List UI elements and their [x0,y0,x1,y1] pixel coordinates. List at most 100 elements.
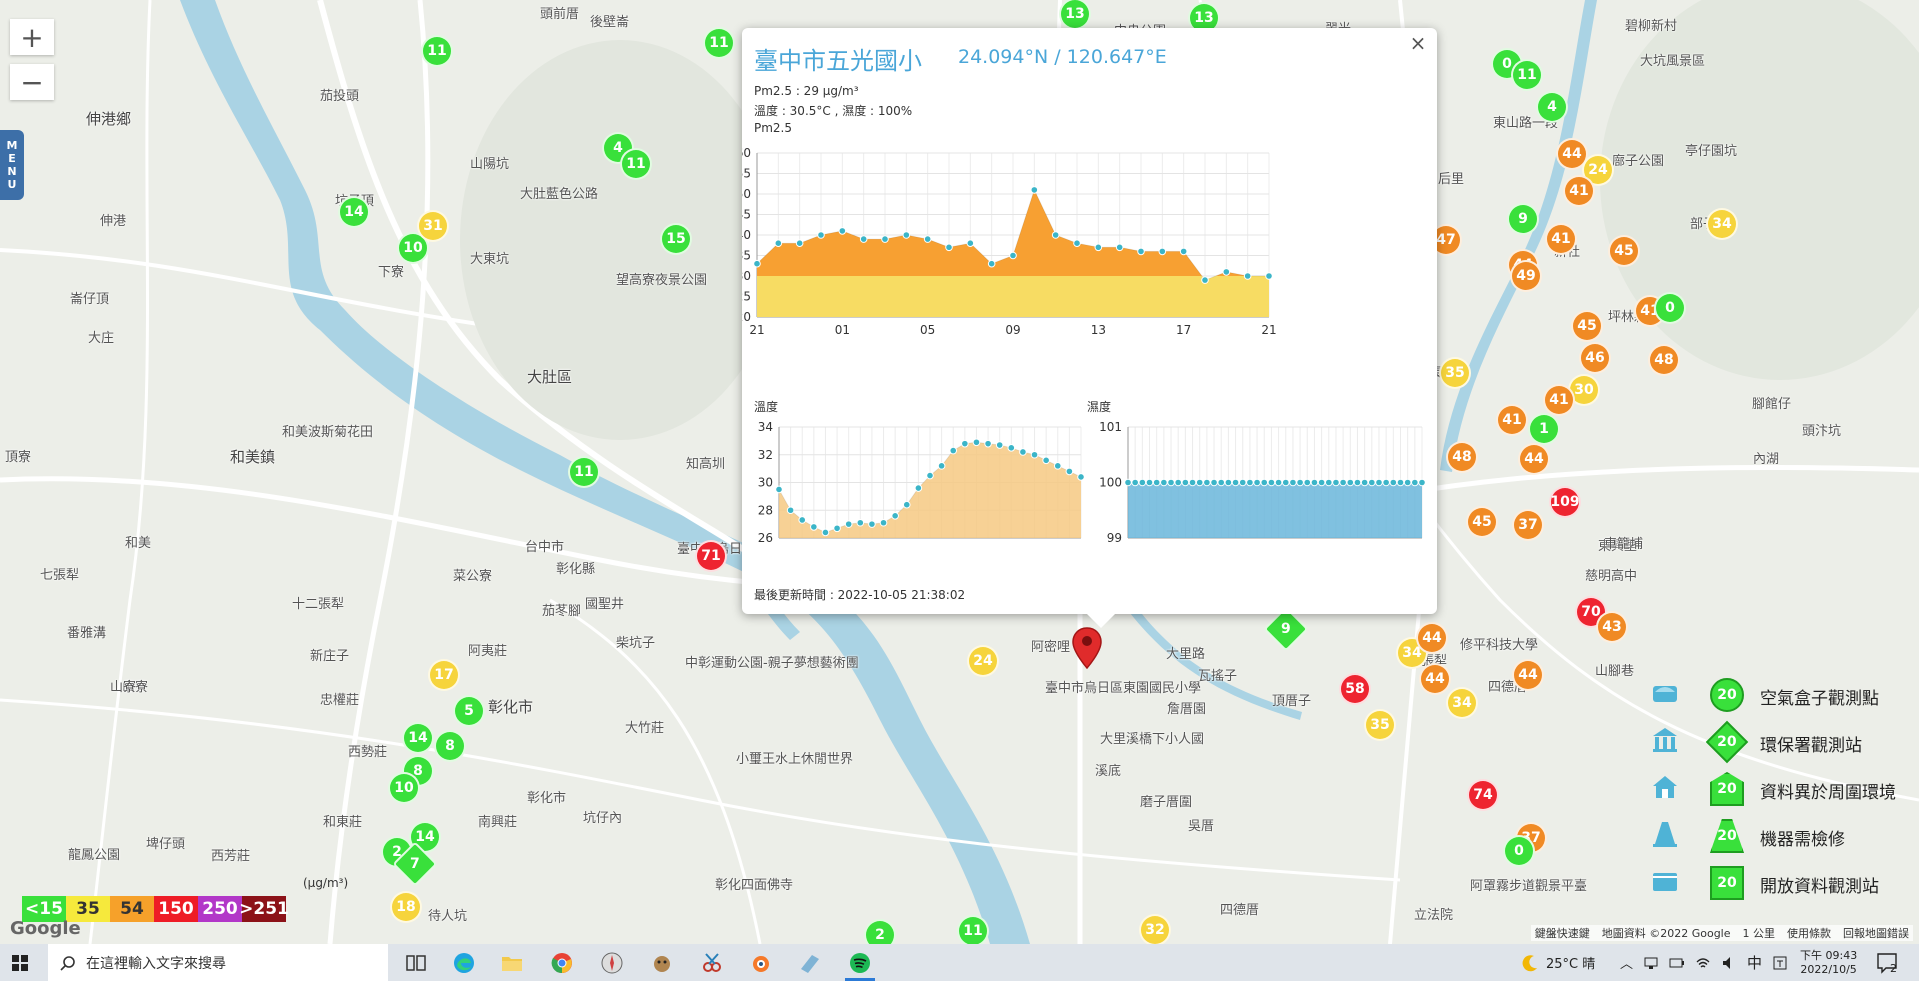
keyboard-shortcuts-link[interactable]: 鍵盤快速鍵 [1535,925,1590,941]
airbox-station-marker[interactable]: 41 [1545,223,1577,255]
zoom-out-button[interactable]: − [10,64,54,100]
temperature-chart[interactable]: 26 28 30 32 34 [742,413,1087,553]
menu-button[interactable]: MENU [0,130,24,200]
zoom-in-button[interactable]: + [10,19,54,55]
airbox-station-marker[interactable]: 5 [453,695,485,727]
data-point [1296,478,1304,487]
close-icon[interactable]: × [1405,30,1431,56]
clock[interactable]: 下午 09:43 2022/10/5 [1800,944,1857,981]
pm25-chart[interactable]: 20 25 30 35 40 45 50 55 60 21 01 05 09 13 17 21 [742,136,1437,406]
notification-center[interactable]: 2 [1876,944,1907,981]
weather-widget[interactable]: 25°C 晴 [1520,944,1595,981]
place-label: 中彰運動公園-親子夢想藝術團 [685,656,859,671]
airbox-station-marker[interactable]: 109 [1549,486,1581,518]
terms-link[interactable]: 使用條款 [1787,925,1831,941]
legend-swatch: 250 [198,896,242,922]
airbox-station-marker[interactable]: 14 [338,196,370,228]
airbox-station-marker[interactable]: 34 [1706,208,1738,240]
data-point [1210,478,1218,487]
wifi-icon[interactable] [1695,955,1711,971]
place-label: 大里路 [1166,647,1206,662]
ime-mode-icon[interactable] [1772,955,1788,971]
airbox-station-marker[interactable]: 11 [703,27,735,59]
airbox-station-marker[interactable]: 17 [428,659,460,691]
station-value: 47 [1436,232,1456,248]
airbox-station-marker[interactable]: 9 [1507,203,1539,235]
airbox-station-marker[interactable]: 11 [1511,59,1543,91]
airbox-station-marker[interactable]: 48 [1648,344,1680,376]
airbox-station-marker[interactable]: 49 [1510,260,1542,292]
airbox-station-marker[interactable]: 24 [967,645,999,677]
airbox-station-marker[interactable]: 41 [1563,175,1595,207]
airbox-station-marker[interactable]: 0 [1503,835,1535,867]
airbox-station-marker[interactable]: 10 [388,772,420,804]
airbox-station-marker[interactable]: 35 [1439,357,1471,389]
app-icon-notes[interactable] [798,951,822,975]
airbox-station-marker[interactable]: 8 [434,730,466,762]
airbox-station-marker[interactable]: 41 [1543,384,1575,416]
airbox-station-marker[interactable]: 2 [864,919,896,944]
station-value: 0 [1514,843,1524,859]
airbox-station-marker[interactable]: 35 [1364,709,1396,741]
airbox-station-marker[interactable]: 48 [1446,441,1478,473]
place-label: 台中市 [525,540,565,555]
airbox-station-marker[interactable]: 0 [1654,292,1686,324]
map-area[interactable]: 伸港鄉伸港大肚區和美鎮和美彰化市台中市彰化縣臺中市烏日大東坑山陽坑茄投頭頭前厝後… [0,0,1919,944]
scale-bar: 1 公里 [1742,927,1776,940]
airbox-station-marker[interactable]: 44 [1416,622,1448,654]
chrome-icon[interactable] [550,951,574,975]
airbox-station-marker[interactable]: 18 [390,891,422,923]
ime-indicator[interactable]: 中 [1747,952,1762,973]
airbox-station-marker[interactable]: 11 [620,148,652,180]
airbox-station-marker[interactable]: 44 [1512,659,1544,691]
airbox-station-marker[interactable]: 44 [1419,663,1451,695]
app-icon-animal[interactable] [650,951,674,975]
place-label: 伸港鄉 [86,110,132,128]
airbox-station-marker[interactable]: 1 [1528,413,1560,445]
airbox-station-marker[interactable]: 11 [568,456,600,488]
airbox-station-marker[interactable]: 45 [1466,506,1498,538]
place-label: 立法院 [1414,908,1454,923]
file-explorer-icon[interactable] [500,951,524,975]
data-point [881,235,889,243]
battery-icon[interactable] [1669,955,1685,971]
airbox-station-marker[interactable]: 58 [1339,673,1371,705]
airbox-station-marker[interactable]: 11 [957,915,989,944]
taskbar-search-box[interactable]: 在這裡輸入文字來搜尋 [48,944,388,981]
legend-swatch: >251 [239,896,289,922]
airbox-station-marker[interactable]: 43 [1596,611,1628,643]
airbox-station-marker[interactable]: 71 [695,540,727,572]
blender-icon[interactable] [748,951,772,975]
task-view-icon[interactable] [404,951,428,975]
airbox-station-marker[interactable]: 46 [1579,342,1611,374]
airbox-station-marker[interactable]: 32 [1139,914,1171,944]
airbox-station-marker[interactable]: 4 [1536,91,1568,123]
airbox-station-marker[interactable]: 74 [1467,779,1499,811]
airbox-station-marker[interactable]: 37 [1512,509,1544,541]
airbox-station-marker[interactable]: 44 [1518,443,1550,475]
location-pin-icon[interactable] [1071,626,1103,670]
data-point [1065,467,1074,476]
y-tick-label: 25 [742,290,751,304]
humidity-chart[interactable]: 99 100 101 [1077,413,1437,553]
volume-icon[interactable] [1721,955,1737,971]
app-icon-snipping[interactable] [700,951,724,975]
airbox-station-marker[interactable]: 31 [417,210,449,242]
airbox-station-marker[interactable]: 34 [1446,687,1478,719]
data-area [1128,482,1422,538]
data-point [1246,478,1254,487]
airbox-station-marker[interactable]: 45 [1571,310,1603,342]
report-error-link[interactable]: 回報地圖錯誤 [1843,925,1909,941]
spotify-icon[interactable] [848,951,872,975]
airbox-station-marker[interactable]: 11 [421,35,453,67]
windows-start-icon[interactable] [12,955,28,971]
network-icon[interactable] [1643,955,1659,971]
airbox-station-marker[interactable]: 15 [660,223,692,255]
airbox-station-marker[interactable]: 45 [1608,235,1640,267]
airbox-station-marker[interactable]: 14 [402,722,434,754]
app-icon-compass[interactable] [600,951,624,975]
chevron-up-icon[interactable]: ︿ [1620,953,1633,972]
anomaly-marker-sample: 20 [1710,772,1744,806]
edge-browser-icon[interactable] [452,951,476,975]
airbox-station-marker[interactable]: 41 [1496,404,1528,436]
